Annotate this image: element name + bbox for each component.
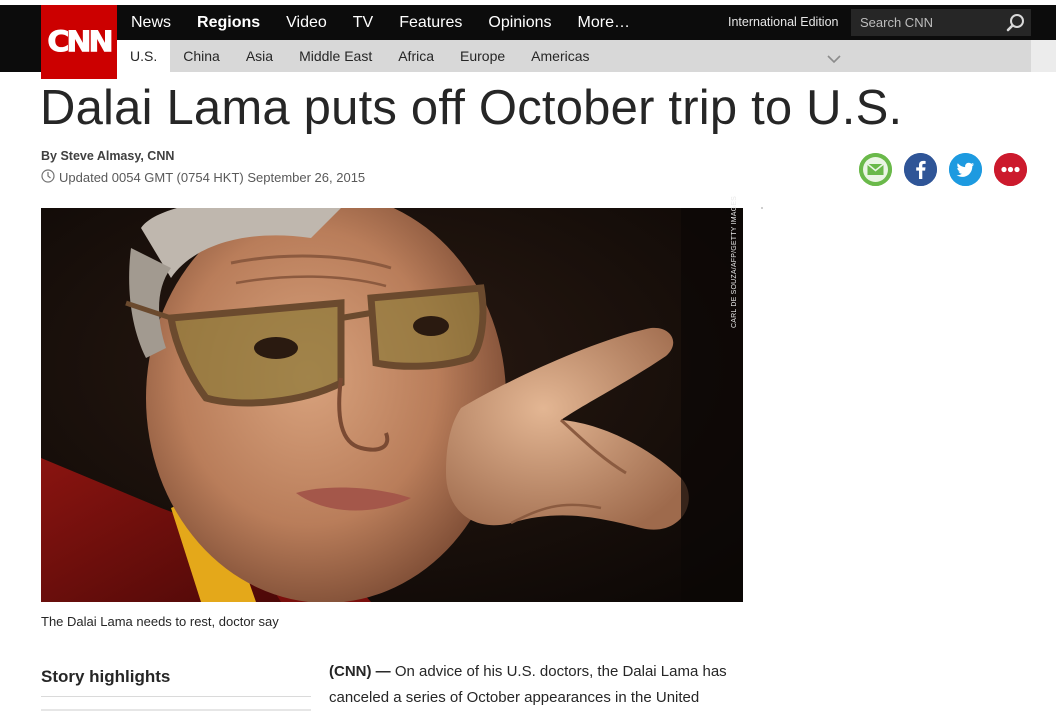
subnav-middle-east[interactable]: Middle East — [286, 40, 385, 72]
photo-illustration — [41, 208, 743, 602]
dateline: (CNN) — [329, 663, 372, 680]
subnav-us[interactable]: U.S. — [117, 40, 171, 72]
share-email-button[interactable] — [859, 153, 892, 186]
nav-tv[interactable]: TV — [353, 14, 373, 32]
dateline-dash: — — [371, 663, 395, 680]
clock-icon — [41, 169, 55, 186]
subnav-africa[interactable]: Africa — [385, 40, 447, 72]
sub-nav-edge — [1031, 40, 1056, 72]
lead-photo[interactable] — [41, 208, 743, 602]
right-rail-marker — [761, 207, 763, 209]
share-twitter-button[interactable] — [949, 153, 982, 186]
nav-regions[interactable]: Regions — [197, 14, 260, 32]
subnav-china[interactable]: China — [170, 40, 233, 72]
subnav-europe[interactable]: Europe — [447, 40, 518, 72]
cnn-logo[interactable]: CNN — [41, 5, 117, 79]
edition-link[interactable]: International Edition — [728, 5, 839, 40]
logo-text: CNN — [47, 25, 114, 59]
update-timestamp: Updated 0054 GMT (0754 HKT) September 26… — [41, 169, 365, 186]
more-icon — [994, 153, 1027, 186]
facebook-icon — [904, 153, 937, 186]
highlights-divider — [41, 696, 311, 697]
byline: By Steve Almasy, CNN — [41, 149, 175, 163]
nav-more[interactable]: More… — [578, 14, 630, 32]
main-nav: News Regions Video TV Features Opinions … — [131, 5, 656, 40]
story-highlights-title: Story highlights — [41, 667, 171, 686]
search-input[interactable] — [851, 9, 1001, 36]
update-text: Updated 0054 GMT (0754 HKT) September 26… — [59, 170, 366, 185]
email-icon — [859, 153, 892, 186]
subnav-americas[interactable]: Americas — [518, 40, 602, 72]
share-more-button[interactable] — [994, 153, 1027, 186]
nav-features[interactable]: Features — [399, 14, 462, 32]
article-body: (CNN) — On advice of his U.S. doctors, t… — [329, 659, 749, 711]
photo-caption: The Dalai Lama needs to rest, doctor say — [41, 614, 279, 629]
twitter-icon — [949, 153, 982, 186]
nav-video[interactable]: Video — [286, 14, 327, 32]
nav-opinions[interactable]: Opinions — [488, 14, 551, 32]
search-box — [851, 9, 1031, 36]
photo-credit: CARL DE SOUZA/AFP/GETTY IMAGES — [731, 195, 738, 328]
subnav-asia[interactable]: Asia — [233, 40, 286, 72]
share-facebook-button[interactable] — [904, 153, 937, 186]
search-icon[interactable] — [1005, 12, 1027, 34]
sub-nav: U.S. China Asia Middle East Africa Europ… — [117, 40, 603, 72]
article-headline: Dalai Lama puts off October trip to U.S. — [40, 81, 903, 135]
chevron-down-icon[interactable] — [826, 52, 842, 64]
nav-news[interactable]: News — [131, 14, 171, 32]
